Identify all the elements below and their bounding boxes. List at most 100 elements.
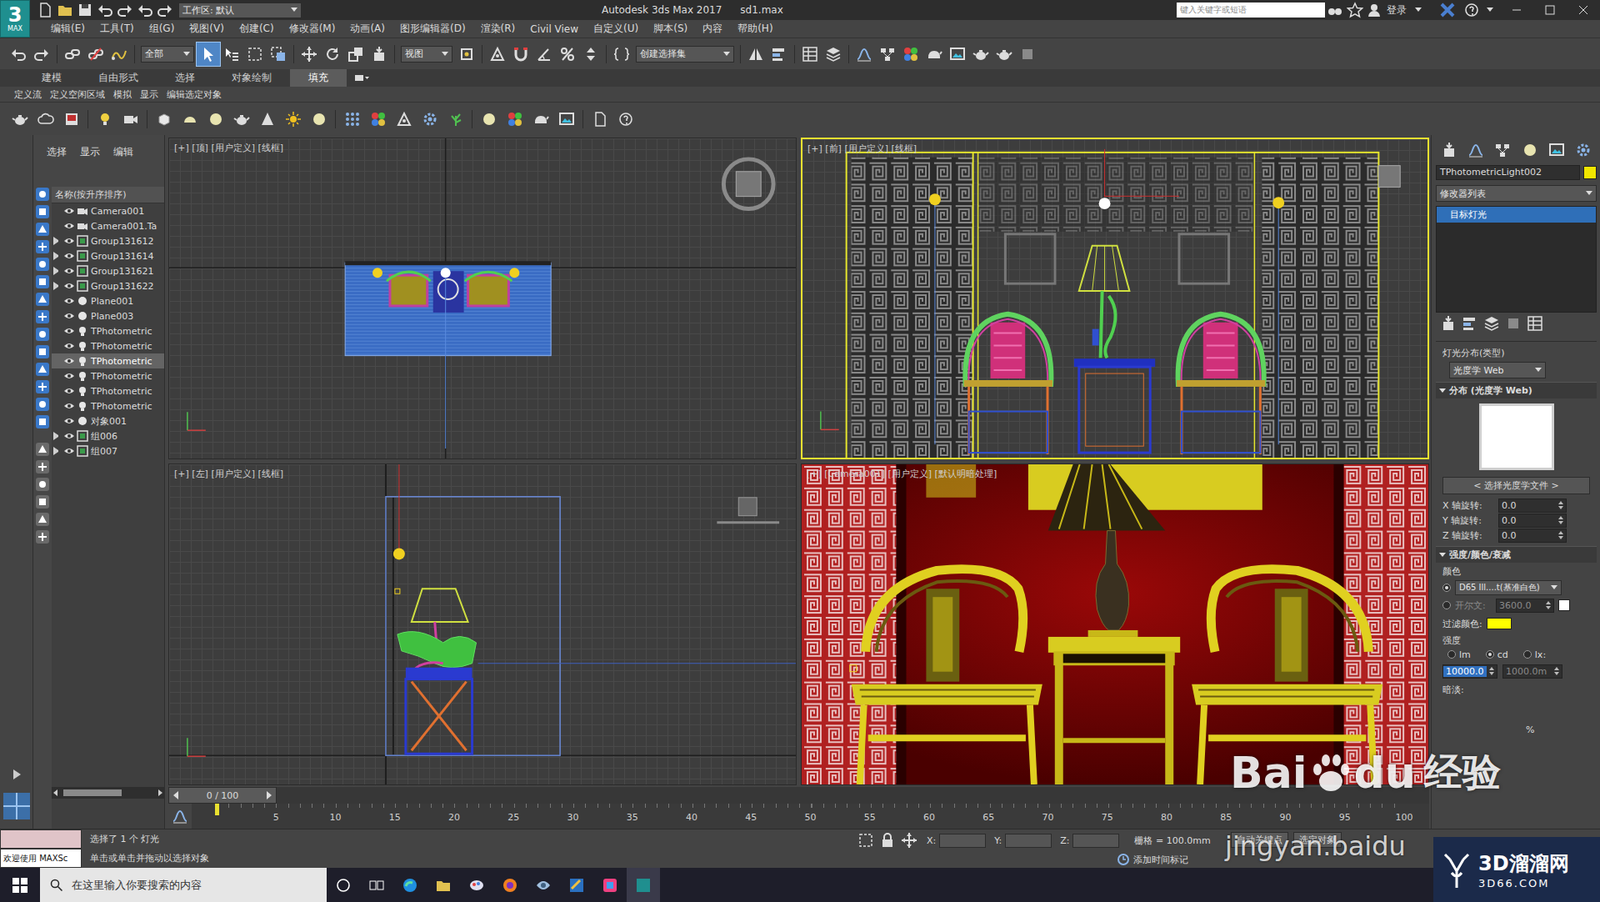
color-preset-dropdown[interactable]: D65 Ill....t(基准白色) bbox=[1455, 580, 1562, 595]
manip-icon[interactable] bbox=[485, 42, 510, 66]
menu-item[interactable]: 修改器(M) bbox=[281, 21, 344, 36]
explorer-filter-icon[interactable] bbox=[35, 476, 50, 492]
explorer-row[interactable]: TPhotometric bbox=[51, 338, 165, 354]
bind-icon[interactable] bbox=[107, 42, 131, 66]
explorer-row[interactable]: Group131622 bbox=[51, 278, 165, 294]
explorer-row[interactable]: TPhotometric bbox=[51, 353, 165, 369]
select-icon[interactable] bbox=[196, 42, 220, 66]
visibility-eye-icon[interactable] bbox=[63, 310, 75, 322]
visibility-eye-icon[interactable] bbox=[63, 445, 75, 457]
explorer-filter-icon[interactable] bbox=[35, 396, 50, 412]
explorer-row[interactable]: Group131612 bbox=[51, 233, 165, 249]
explorer-filter-icon[interactable] bbox=[35, 291, 50, 307]
autodesk-exchange-icon[interactable] bbox=[1433, 1, 1462, 19]
explorer-filter-icon[interactable] bbox=[35, 256, 50, 272]
ribbon-item[interactable]: 定义空闲区域 bbox=[45, 88, 110, 101]
menu-item[interactable]: 图形编辑器(D) bbox=[392, 21, 474, 36]
close-icon[interactable] bbox=[1566, 1, 1600, 19]
radio-button[interactable] bbox=[1442, 583, 1451, 592]
cloud-icon[interactable] bbox=[32, 105, 59, 132]
menu-item[interactable]: 组(G) bbox=[141, 21, 183, 36]
menu-item[interactable]: 脚本(S) bbox=[645, 21, 695, 36]
gen-icon[interactable] bbox=[1015, 42, 1040, 66]
spin-icon[interactable] bbox=[579, 42, 603, 66]
ribbon-tab[interactable]: 填充 bbox=[290, 69, 347, 87]
menu-item[interactable]: 工具(T) bbox=[92, 21, 142, 36]
workspace-dropdown[interactable]: 工作区: 默认 bbox=[178, 2, 302, 19]
explorer-filter-icon[interactable] bbox=[35, 459, 50, 475]
object-name-field[interactable]: TPhotometricLight002 bbox=[1435, 165, 1580, 180]
star-icon[interactable] bbox=[1345, 1, 1365, 19]
mat-icon[interactable] bbox=[501, 105, 528, 132]
window-icon[interactable] bbox=[266, 42, 290, 66]
explorer-tab[interactable]: 编辑 bbox=[113, 145, 134, 160]
teapot-icon[interactable] bbox=[228, 105, 255, 132]
unit-label[interactable]: lm bbox=[1459, 649, 1471, 660]
render-icon[interactable] bbox=[527, 105, 554, 132]
expand-toggle[interactable] bbox=[53, 251, 62, 260]
undo-icon[interactable] bbox=[6, 42, 30, 66]
spinner-arrows-icon[interactable] bbox=[1557, 530, 1565, 540]
editsel-icon[interactable] bbox=[610, 42, 634, 66]
taskbar-app-icon[interactable] bbox=[360, 867, 394, 902]
next-frame-icon[interactable] bbox=[265, 790, 273, 800]
menu-item[interactable]: 帮助(H) bbox=[730, 21, 780, 36]
explorer-row[interactable]: 对象001 bbox=[51, 413, 165, 429]
viewport-label[interactable]: [+] [Camera001] [用户定义] [默认明暗处理] bbox=[806, 467, 997, 480]
rotation-field[interactable]: 0.0 bbox=[1498, 528, 1567, 543]
modifier-stack-item[interactable]: 目标灯光 bbox=[1436, 206, 1596, 223]
minimize-icon[interactable] bbox=[1500, 1, 1534, 19]
kelvin-swatch[interactable] bbox=[1558, 599, 1570, 611]
listener-output[interactable]: 欢迎使用 MAXSc bbox=[0, 848, 82, 868]
angle-icon[interactable] bbox=[532, 42, 556, 66]
menu-item[interactable]: 渲染(R) bbox=[473, 21, 524, 36]
explorer-filter-icon[interactable] bbox=[35, 494, 50, 510]
box-icon[interactable] bbox=[150, 105, 177, 132]
explorer-filter-icon[interactable] bbox=[35, 204, 50, 220]
kelvin-field[interactable]: 3600.0 bbox=[1495, 598, 1555, 613]
user-icon[interactable] bbox=[1365, 1, 1384, 19]
selname-icon[interactable] bbox=[220, 42, 244, 66]
mat-icon[interactable] bbox=[899, 42, 923, 66]
rotate-icon[interactable] bbox=[320, 42, 345, 66]
undo-icon[interactable] bbox=[135, 0, 155, 20]
visibility-eye-icon[interactable] bbox=[63, 235, 75, 247]
radio-button[interactable] bbox=[1442, 600, 1451, 610]
menu-item[interactable]: 编辑(E) bbox=[43, 21, 93, 36]
visibility-eye-icon[interactable] bbox=[63, 280, 75, 292]
explorer-filter-icon[interactable] bbox=[35, 274, 50, 290]
menu-item[interactable]: 内容 bbox=[695, 21, 730, 36]
explorer-row[interactable]: 组007 bbox=[51, 443, 165, 459]
help-icon[interactable] bbox=[1461, 0, 1482, 20]
visibility-eye-icon[interactable] bbox=[63, 430, 75, 442]
ribbon-tab[interactable]: 选择 bbox=[156, 69, 214, 87]
explorer-row[interactable]: TPhotometric bbox=[51, 323, 165, 339]
listener-input[interactable] bbox=[0, 829, 82, 849]
visibility-eye-icon[interactable] bbox=[63, 325, 75, 337]
explorer-header[interactable]: 名称(按升序排序) bbox=[51, 186, 165, 204]
visibility-eye-icon[interactable] bbox=[63, 415, 75, 427]
sphere-icon[interactable] bbox=[475, 105, 502, 132]
absolute-mode-icon[interactable] bbox=[900, 830, 919, 850]
place-icon[interactable] bbox=[367, 42, 391, 66]
menu-item[interactable]: 自定义(U) bbox=[585, 21, 646, 36]
explorer-row[interactable]: TPhotometric bbox=[51, 383, 165, 399]
horizontal-scrollbar[interactable] bbox=[51, 786, 165, 799]
current-frame-marker[interactable] bbox=[215, 803, 220, 815]
viewport[interactable]: [+] [前] [用户定义] [线框] bbox=[800, 137, 1430, 460]
explorer-filter-icon[interactable] bbox=[35, 186, 50, 202]
explorer-filter-icon[interactable] bbox=[35, 239, 50, 255]
taskbar-app-icon[interactable] bbox=[393, 867, 427, 902]
object-color-swatch[interactable] bbox=[1583, 165, 1597, 180]
sphere-tab-icon[interactable] bbox=[1520, 140, 1540, 160]
viewport[interactable]: [+] [顶] [用户定义] [线框] bbox=[168, 137, 797, 460]
isolate-icon[interactable] bbox=[856, 830, 875, 850]
help-icon[interactable] bbox=[612, 105, 639, 132]
prev-frame-icon[interactable] bbox=[172, 790, 180, 800]
time-slider-thumb[interactable]: 0 / 100 bbox=[168, 786, 277, 804]
expand-toggle[interactable] bbox=[53, 431, 62, 440]
cone-icon[interactable] bbox=[254, 105, 280, 132]
ribbon-tab[interactable]: 对象绘制 bbox=[213, 69, 290, 87]
expand-toggle[interactable] bbox=[53, 266, 62, 275]
percent-icon[interactable] bbox=[555, 42, 580, 66]
